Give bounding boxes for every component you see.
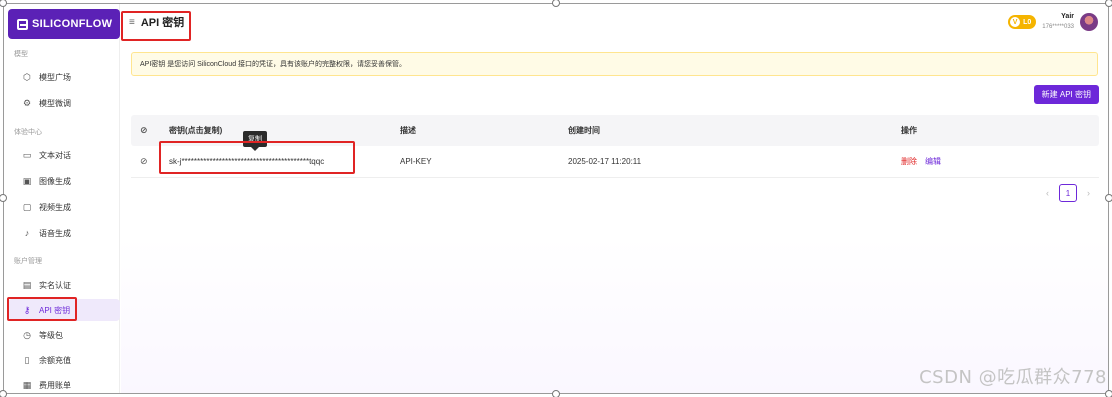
sidebar-item-audio-gen[interactable]: ♪ 语音生成 [8,222,120,244]
next-page-button[interactable]: › [1087,188,1090,198]
api-key-value[interactable]: sk-j************************************… [169,146,324,177]
sidebar-item-model-square[interactable]: ⬡ 模型广场 [8,66,120,88]
table-header: ⊘ 密钥(点击复制) 描述 创建时间 操作 [131,115,1099,146]
user-area: V L0 Yair 176*****033 [1008,12,1098,32]
notice-text: API密钥 是您访问 SiliconCloud 接口的凭证，具有该账户的完整权限… [140,61,407,68]
sidebar-item-image-gen[interactable]: ▣ 图像生成 [8,170,120,192]
level-badge[interactable]: V L0 [1008,15,1037,29]
sidebar-item-label: 图像生成 [39,176,71,186]
column-header-key: 密钥(点击复制) [169,126,223,135]
sidebar-item-fine-tune[interactable]: ⚙ 模型微调 [8,92,120,114]
resize-handle [1105,0,1112,7]
row-actions: 删除 编辑 [901,146,941,177]
main-content: ≡ API 密钥 V L0 Yair 176*****033 API密钥 是您访… [121,4,1108,393]
table-row: ⊘ sk-j**********************************… [131,146,1099,178]
sidebar-item-bills[interactable]: ▦ 费用账单 [8,374,120,396]
sidebar-item-label: 费用账单 [39,380,71,390]
brand-logo[interactable]: SILICONFLOW [8,9,120,39]
api-key-created-time: 2025-02-17 11:20:11 [568,157,642,166]
level-icon: ◷ [23,330,31,340]
edit-link[interactable]: 编辑 [925,156,941,167]
new-api-key-button[interactable]: 新建 API 密钥 [1033,85,1099,104]
eye-off-icon: ⊘ [140,125,148,135]
visibility-toggle-all[interactable]: ⊘ [140,115,148,146]
sidebar-item-label: 语音生成 [39,228,71,238]
section-label-models: 模型 [14,51,28,58]
section-label-account: 账户管理 [14,258,42,265]
notice-banner: API密钥 是您访问 SiliconCloud 接口的凭证，具有该账户的完整权限… [131,52,1098,76]
delete-link[interactable]: 删除 [901,156,917,167]
id-card-icon: ▤ [22,280,32,290]
resize-handle [552,390,560,397]
pagination: ‹ 1 › [1046,184,1090,202]
video-icon: ▢ [22,202,32,212]
sidebar: SILICONFLOW 模型 ⬡ 模型广场 ⚙ 模型微调 体验中心 ▭ 文本对话… [4,4,120,393]
bill-icon: ▦ [22,380,32,390]
sidebar-item-label: 模型广场 [39,72,71,82]
sidebar-item-label: 视频生成 [39,202,71,212]
sidebar-item-label: 实名认证 [39,280,71,290]
sidebar-item-label: API 密钥 [39,305,71,315]
sidebar-item-label: 余额充值 [39,355,71,365]
image-icon: ▣ [22,176,32,186]
resize-handle [1105,390,1112,397]
section-label-playground: 体验中心 [14,129,42,136]
page-title: ≡ API 密钥 [129,14,184,30]
page-title-text: API 密钥 [140,17,185,29]
resize-handle [0,390,7,397]
column-header-actions: 操作 [901,126,917,135]
vip-icon: V [1010,17,1021,27]
avatar[interactable] [1080,13,1098,31]
chat-icon: ▭ [22,150,32,160]
menu-icon[interactable]: ≡ [129,17,135,28]
user-phone: 176*****033 [1042,24,1074,30]
column-header-created: 创建时间 [568,126,600,135]
tune-icon: ⚙ [22,98,32,108]
brand-name: SILICONFLOW [32,18,113,30]
logo-icon [17,18,28,30]
mic-icon: ♪ [24,228,30,238]
sidebar-item-label: 等级包 [39,330,63,340]
api-key-table: ⊘ 密钥(点击复制) 描述 创建时间 操作 ⊘ sk-j************… [131,115,1099,178]
key-icon: ⚷ [23,305,31,315]
cube-icon: ⬡ [23,72,31,82]
copy-tooltip: 复制 [243,131,267,151]
sidebar-item-recharge[interactable]: ▯ 余额充值 [8,349,120,371]
page-number-button[interactable]: 1 [1059,184,1077,202]
eye-off-icon: ⊘ [140,156,148,166]
sidebar-item-verification[interactable]: ▤ 实名认证 [8,274,120,296]
sidebar-item-api-keys[interactable]: ⚷ API 密钥 [8,299,120,321]
api-key-description: API-KEY [400,157,432,166]
visibility-toggle[interactable]: ⊘ [140,146,148,177]
sidebar-item-video-gen[interactable]: ▢ 视频生成 [8,196,120,218]
sidebar-item-label: 模型微调 [39,98,71,108]
sidebar-item-text-chat[interactable]: ▭ 文本对话 [8,144,120,166]
column-header-description: 描述 [400,126,416,135]
resize-handle [1105,194,1112,202]
user-name: Yair [1061,13,1074,20]
prev-page-button[interactable]: ‹ [1046,188,1049,198]
user-info[interactable]: Yair 176*****033 [1042,12,1074,32]
level-text: L0 [1023,18,1032,26]
sidebar-item-level-pack[interactable]: ◷ 等级包 [8,324,120,346]
recharge-icon: ▯ [24,355,30,365]
sidebar-item-label: 文本对话 [39,150,71,160]
watermark: CSDN @吃瓜群众778 [919,367,1107,388]
